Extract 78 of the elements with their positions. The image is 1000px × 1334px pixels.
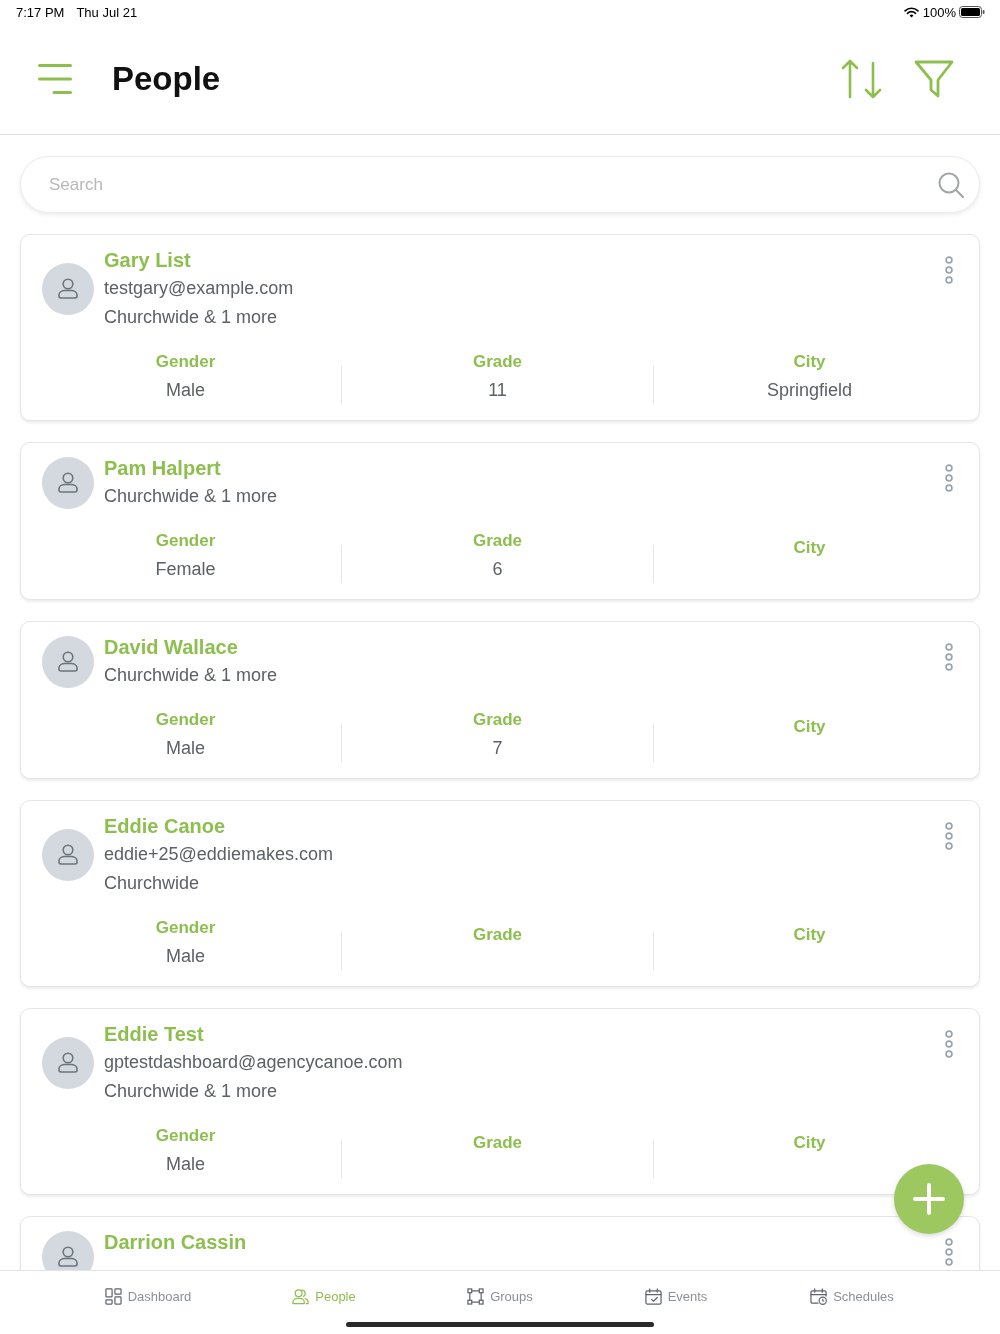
person-name[interactable]: Eddie Test — [104, 1020, 944, 1048]
field-value: 7 — [492, 737, 503, 760]
more-options-icon[interactable] — [944, 822, 954, 850]
more-options-icon[interactable] — [944, 643, 954, 671]
search-field[interactable]: Search — [20, 156, 980, 213]
plus-icon — [913, 1183, 945, 1215]
page-title: People — [112, 59, 221, 99]
tab-item[interactable]: Schedules — [764, 1284, 940, 1308]
person-groups: Churchwide — [104, 869, 944, 898]
person-card[interactable]: Darrion Cassin — [20, 1216, 980, 1270]
wifi-icon — [903, 6, 919, 18]
calendar-check-icon — [644, 1287, 662, 1305]
dashboard-grid-icon — [104, 1287, 122, 1305]
field-label: Grade — [472, 351, 523, 373]
person-card[interactable]: David Wallace Churchwide & 1 more Gender Male Grade 7 City — [20, 621, 980, 779]
field-label: Grade — [472, 709, 523, 731]
more-options-icon[interactable] — [944, 1030, 954, 1058]
field-label: City — [793, 716, 826, 738]
sort-icon[interactable] — [841, 59, 883, 99]
person-name[interactable]: David Wallace — [104, 633, 944, 661]
avatar-icon — [42, 635, 94, 688]
field-label: Grade — [472, 1132, 523, 1154]
menu-icon[interactable] — [38, 63, 72, 95]
field-label: City — [793, 537, 826, 559]
battery-percent: 100% — [922, 4, 956, 20]
field-label: Grade — [472, 530, 523, 552]
status-time: 7:17 PM — [16, 4, 65, 20]
field-value: Springfield — [766, 379, 853, 402]
avatar-icon — [42, 263, 94, 315]
search-icon[interactable] — [938, 172, 964, 198]
person-name[interactable]: Darrion Cassin — [104, 1228, 944, 1256]
field-label: Grade — [472, 924, 523, 946]
person-card[interactable]: Gary List testgary@example.com Churchwide & 1 more Gender Male Grade 11 City Springfield — [20, 234, 980, 421]
person-email: gptestdashboard@agencycanoe.com — [104, 1051, 404, 1074]
field-label: City — [793, 351, 826, 373]
avatar-icon — [42, 1230, 94, 1270]
person-card[interactable]: Eddie Canoe eddie+25@eddiemakes.com Churchwide Gender Male Grade City — [20, 800, 980, 987]
person-groups: Churchwide & 1 more — [104, 303, 944, 332]
people-icon — [292, 1287, 310, 1305]
avatar-icon — [42, 1037, 94, 1089]
person-card[interactable]: Eddie Test gptestdashboard@agencycanoe.com Churchwide & 1 more Gender Male Grade City — [20, 1008, 980, 1195]
person-name[interactable]: Gary List — [104, 246, 944, 274]
field-label: City — [793, 924, 826, 946]
field-label: Gender — [155, 530, 216, 552]
more-options-icon[interactable] — [944, 1238, 954, 1266]
battery-icon — [959, 6, 985, 18]
more-options-icon[interactable] — [944, 464, 954, 492]
person-email: testgary@example.com — [104, 277, 295, 300]
tab-item[interactable]: Events — [588, 1284, 764, 1308]
status-date: Thu Jul 21 — [76, 4, 138, 20]
field-label: Gender — [155, 917, 216, 939]
filter-icon[interactable] — [914, 59, 954, 99]
more-options-icon[interactable] — [944, 256, 954, 284]
field-label: Gender — [155, 351, 216, 373]
tab-item[interactable]: Groups — [412, 1284, 588, 1308]
person-groups: Churchwide & 1 more — [104, 1077, 944, 1106]
person-name[interactable]: Pam Halpert — [104, 454, 944, 482]
avatar-icon — [42, 456, 94, 509]
field-value: 6 — [492, 558, 503, 581]
connected-nodes-icon — [467, 1287, 485, 1305]
person-name[interactable]: Eddie Canoe — [104, 812, 944, 840]
field-value: Male — [166, 945, 205, 968]
tab-item[interactable]: People — [236, 1284, 412, 1308]
field-label: Gender — [155, 1125, 216, 1147]
field-label: City — [793, 1132, 826, 1154]
person-email: eddie+25@eddiemakes.com — [104, 843, 334, 866]
field-value: 11 — [488, 379, 507, 402]
field-value: Male — [166, 1153, 205, 1176]
person-groups: Churchwide & 1 more — [104, 482, 944, 511]
person-groups: Churchwide & 1 more — [104, 661, 944, 690]
field-value: Female — [155, 558, 216, 581]
field-value: Male — [166, 379, 205, 402]
avatar-icon — [42, 829, 94, 881]
tab-item[interactable]: Dashboard — [60, 1284, 236, 1308]
calendar-clock-icon — [810, 1287, 828, 1305]
field-value: Male — [166, 737, 205, 760]
field-label: Gender — [155, 709, 216, 731]
person-card[interactable]: Pam Halpert Churchwide & 1 more Gender Female Grade 6 City — [20, 442, 980, 600]
